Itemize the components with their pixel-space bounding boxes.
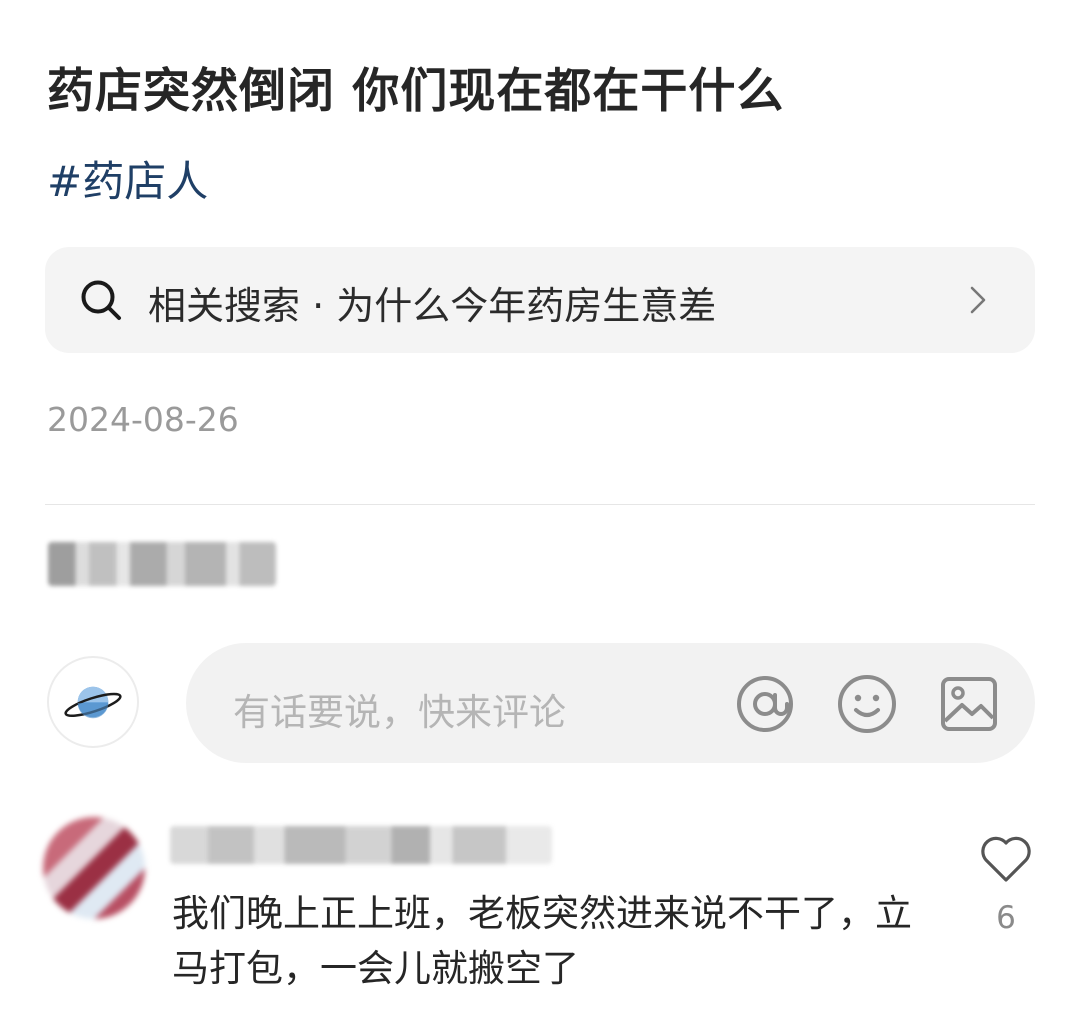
comment-input[interactable]: 有话要说，快来评论 xyxy=(186,643,1035,763)
chevron-right-icon xyxy=(970,286,986,314)
at-icon[interactable] xyxy=(734,673,796,735)
comment-placeholder: 有话要说，快来评论 xyxy=(233,691,566,734)
like-button[interactable]: 6 xyxy=(978,834,1034,936)
divider xyxy=(45,504,1035,505)
post-date: 2024-08-26 xyxy=(47,400,239,439)
blurred-post-meta xyxy=(48,542,276,586)
like-count: 6 xyxy=(996,900,1016,936)
blurred-commenter-name[interactable] xyxy=(170,826,552,864)
heart-icon[interactable] xyxy=(979,834,1033,884)
related-search-label: 相关搜索 · 为什么今年药房生意差 xyxy=(148,284,717,328)
search-icon xyxy=(81,280,121,320)
topic-tag-link[interactable]: #药店人 xyxy=(47,148,208,209)
emoji-icon[interactable] xyxy=(836,673,898,735)
post-title: 药店突然倒闭 你们现在都在干什么 xyxy=(47,64,785,119)
comment-text: 我们晚上正上班，老板突然进来说不干了，立马打包，一会儿就搬空了 xyxy=(172,892,912,990)
image-icon[interactable] xyxy=(938,673,1000,735)
related-search-bar[interactable]: 相关搜索 · 为什么今年药房生意差 xyxy=(45,247,1035,353)
commenter-avatar[interactable] xyxy=(43,817,145,919)
planet-avatar-icon xyxy=(64,686,122,719)
current-user-avatar[interactable] xyxy=(47,656,139,748)
